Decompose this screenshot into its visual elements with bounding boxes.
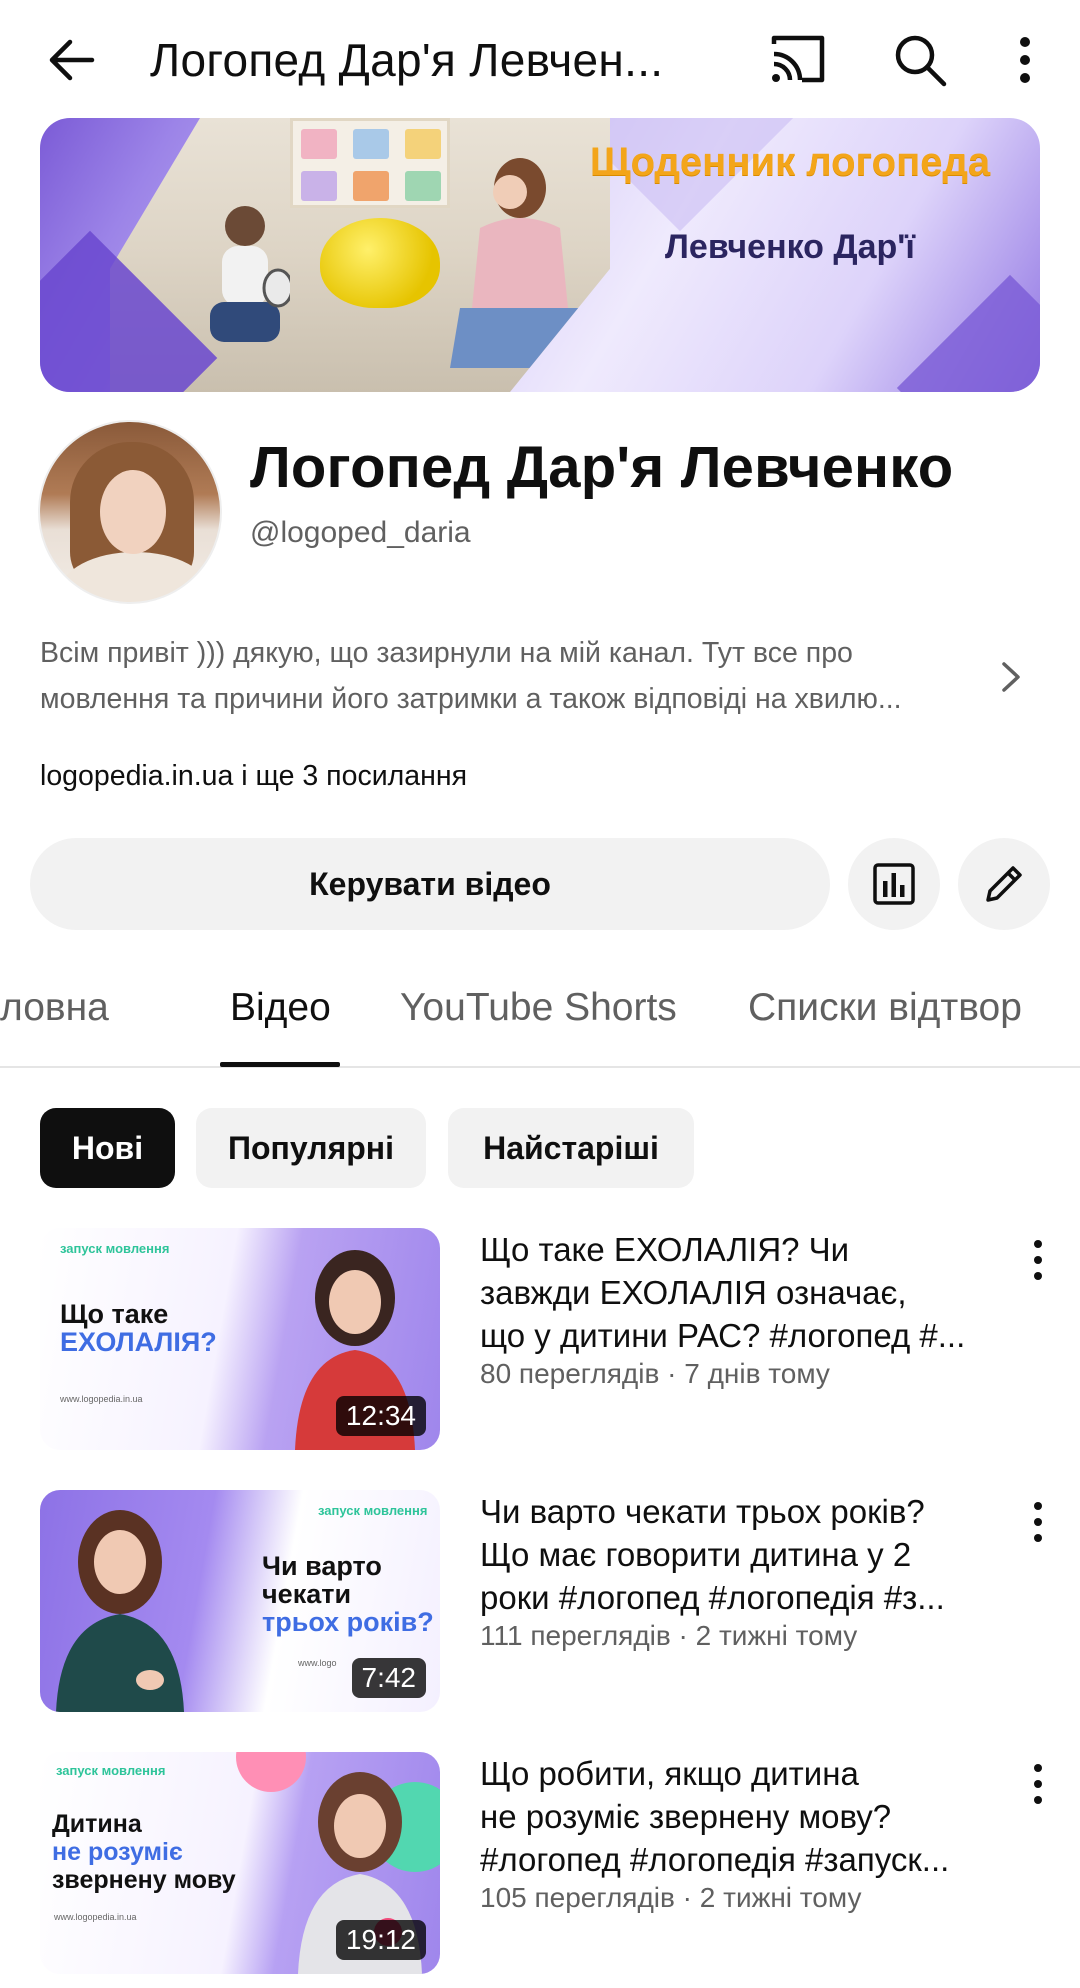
manage-videos-button[interactable]: Керувати відео (30, 838, 830, 930)
channel-avatar[interactable] (38, 420, 222, 604)
banner-pouf (320, 218, 440, 308)
video-meta: 105 переглядів · 2 тижні тому (480, 1882, 862, 1913)
more-vertical-icon[interactable] (1018, 1756, 1058, 1812)
chevron-right-icon[interactable] (990, 652, 1030, 702)
active-tab-indicator (220, 1062, 340, 1067)
thumbnail-logo: запуск мовлення (318, 1503, 428, 1518)
banner-title: Щоденник логопеда (589, 140, 991, 184)
page-title: Логопед Дар'я Левчен... (150, 34, 664, 86)
edit-channel-button[interactable] (958, 838, 1050, 930)
video-title: Що таке ЕХОЛАЛІЯ? Чи завжди ЕХОЛАЛІЯ озн… (480, 1231, 966, 1354)
tab-shorts[interactable]: YouTube Shorts (400, 986, 677, 1030)
thumbnail-url: www.logopedia.in.ua (54, 1912, 137, 1922)
chip-oldest[interactable]: Найстаріші (448, 1108, 694, 1188)
chip-newest[interactable]: Нові (40, 1108, 175, 1188)
video-duration: 12:34 (335, 1396, 426, 1436)
thumbnail-text: Дитина не розуміє звернену мову (52, 1810, 236, 1894)
video-duration: 7:42 (351, 1658, 426, 1698)
video-item[interactable]: запуск мовлення Що таке ЕХОЛАЛІЯ? www.lo… (0, 1228, 1080, 1450)
banner-decoration (896, 274, 1040, 392)
thumbnail-person (56, 1510, 184, 1712)
video-meta: 111 переглядів · 2 тижні тому (480, 1620, 858, 1651)
thumbnail-url: www.logopedia.in.ua (60, 1394, 143, 1404)
video-title: Чи варто чекати трьох років? Що має гово… (480, 1493, 945, 1616)
video-item[interactable]: запуск мовлення Дитина не розуміє зверне… (0, 1752, 1080, 1974)
channel-name: Логопед Дар'я Левченко (250, 435, 954, 500)
more-vertical-icon[interactable] (1018, 1232, 1058, 1288)
banner-shelf (290, 118, 450, 208)
thumbnail-logo: запуск мовлення (60, 1241, 170, 1256)
thumbnail-url: www.logo (298, 1658, 337, 1668)
thumbnail-text: Чи варто чекати трьох років? (262, 1551, 434, 1637)
channel-handle: @logoped_daria (250, 516, 471, 549)
banner-subtitle: Левченко Дар'ї (665, 228, 915, 266)
thumbnail-logo: запуск мовлення (56, 1763, 166, 1778)
video-title: Що робити, якщо дитина не розуміє зверне… (480, 1755, 950, 1878)
banner-child (210, 206, 290, 342)
thumbnail-text: Що таке ЕХОЛАЛІЯ? (60, 1299, 217, 1357)
stats-icon (873, 863, 915, 905)
tab-home[interactable]: ловна (0, 986, 109, 1030)
pencil-icon (986, 866, 1022, 902)
video-thumbnail[interactable]: запуск мовлення Що таке ЕХОЛАЛІЯ? www.lo… (40, 1228, 440, 1450)
video-thumbnail[interactable]: запуск мовлення Дитина не розуміє зверне… (40, 1752, 440, 1974)
tab-playlists[interactable]: Списки відтвор (748, 986, 1022, 1030)
channel-tabs: ловна Відео YouTube Shorts Списки відтво… (0, 968, 1080, 1068)
video-duration: 19:12 (335, 1920, 426, 1960)
chip-popular[interactable]: Популярні (196, 1108, 426, 1188)
more-vertical-icon[interactable] (1018, 1494, 1058, 1550)
description-line: мовлення та причини його затримки а тако… (40, 683, 902, 715)
analytics-button[interactable] (848, 838, 940, 930)
description-line: Всім привіт ))) дякую, що зазирнули на м… (40, 637, 853, 669)
video-item[interactable]: запуск мовлення Чи варто чекати трьох ро… (0, 1490, 1080, 1712)
top-app-bar: Логопед Дар'я Левчен... (0, 0, 1080, 116)
search-icon[interactable] (888, 28, 952, 92)
cast-icon[interactable] (768, 30, 828, 90)
video-thumbnail[interactable]: запуск мовлення Чи варто чекати трьох ро… (40, 1490, 440, 1712)
back-arrow-icon[interactable] (40, 28, 104, 92)
channel-links[interactable]: logopedia.in.ua і ще 3 посилання (40, 760, 467, 793)
channel-banner: Щоденник логопеда Левченко Дар'ї (40, 118, 1040, 392)
video-meta: 80 переглядів · 7 днів тому (480, 1358, 830, 1389)
more-vertical-icon[interactable] (1000, 28, 1050, 92)
tab-videos[interactable]: Відео (230, 986, 331, 1030)
channel-description[interactable]: Всім привіт ))) дякую, що зазирнули на м… (40, 630, 990, 722)
